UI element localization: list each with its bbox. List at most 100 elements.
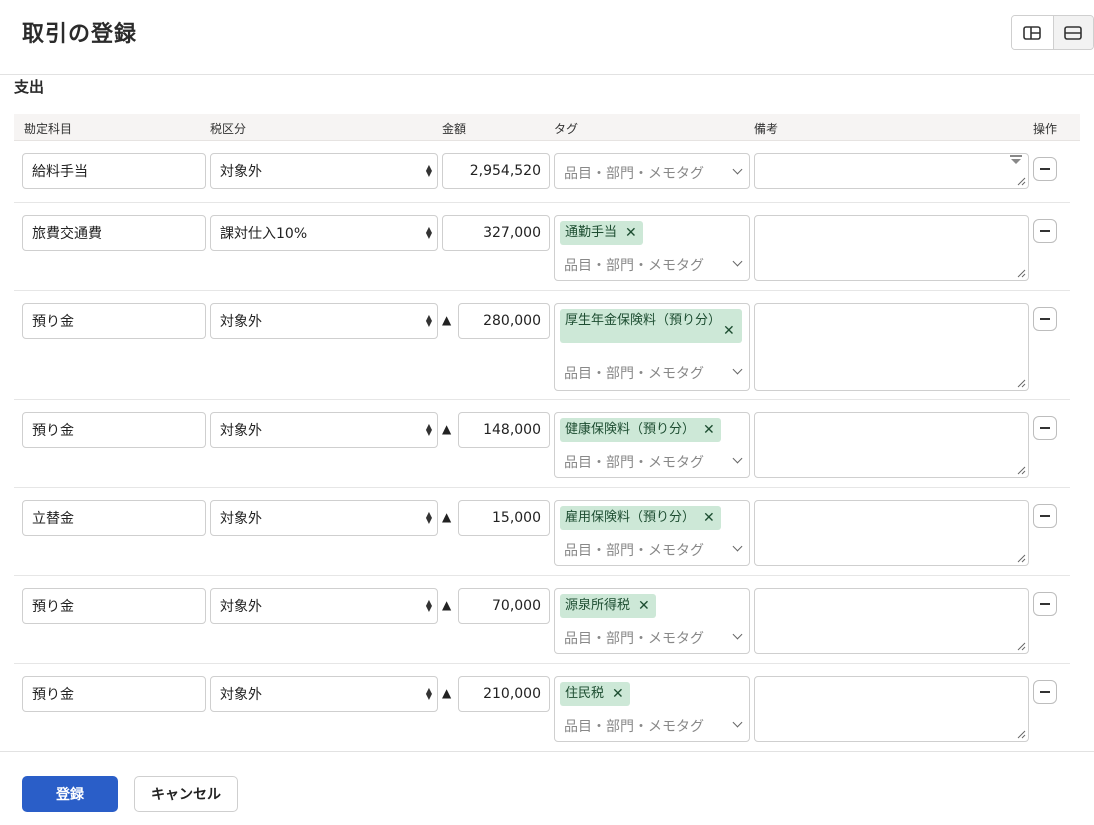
col-action: 操作 xyxy=(1033,122,1058,136)
table-row: 給料手当 対象外 ▲ ▼ 2,954,520 品目・部門・メモタグ xyxy=(14,141,1070,203)
resize-grip-icon[interactable] xyxy=(1016,553,1026,563)
memo-textarea[interactable] xyxy=(754,588,1029,654)
select-arrows-icon: ▲ ▼ xyxy=(425,422,432,437)
filter-icon xyxy=(1010,155,1022,164)
account-field[interactable]: 預り金 xyxy=(22,588,206,624)
account-field[interactable]: 預り金 xyxy=(22,676,206,712)
split-layout-icon xyxy=(1023,25,1042,40)
resize-grip-icon[interactable] xyxy=(1016,729,1026,739)
amount-field[interactable]: 210,000 xyxy=(458,676,550,712)
view-toggle xyxy=(1011,15,1094,50)
column-header: 勘定科目 税区分 金額 タグ 備考 操作 xyxy=(14,114,1080,141)
account-field[interactable]: 給料手当 xyxy=(22,153,206,189)
table-row: 旅費交通費 課対仕入10% ▲ ▼ 327,000 通勤手当 ✕ 品目・部門・メモタグ xyxy=(14,203,1070,291)
tag-placeholder: 品目・部門・メモタグ xyxy=(564,455,704,471)
memo-textarea[interactable] xyxy=(754,215,1029,281)
tag-chip: 住民税 ✕ xyxy=(560,682,630,706)
select-arrows-icon: ▲ ▼ xyxy=(425,225,432,240)
section-title: 支出 xyxy=(14,78,45,96)
account-field[interactable]: 立替金 xyxy=(22,500,206,536)
select-arrows-icon: ▲ ▼ xyxy=(425,598,432,613)
dialog-header: 取引の登録 xyxy=(0,0,1094,75)
memo-textarea[interactable] xyxy=(754,676,1029,742)
account-field[interactable]: 旅費交通費 xyxy=(22,215,206,251)
tag-placeholder: 品目・部門・メモタグ xyxy=(564,166,704,182)
tag-select[interactable]: 健康保険料（預り分） ✕ 品目・部門・メモタグ xyxy=(554,412,750,478)
remove-row-button[interactable] xyxy=(1033,416,1057,440)
col-tag: タグ xyxy=(554,122,579,136)
account-field[interactable]: 預り金 xyxy=(22,412,206,448)
tag-select[interactable]: 通勤手当 ✕ 品目・部門・メモタグ xyxy=(554,215,750,281)
remove-row-button[interactable] xyxy=(1033,680,1057,704)
tax-select[interactable]: 課対仕入10% ▲ ▼ xyxy=(210,215,438,251)
resize-grip-icon[interactable] xyxy=(1016,176,1026,186)
amount-field[interactable]: 2,954,520 xyxy=(442,153,550,189)
chevron-down-icon xyxy=(732,541,743,552)
memo-textarea[interactable] xyxy=(754,153,1029,189)
tag-select[interactable]: 厚生年金保険料（預り分） ✕ 品目・部門・メモタグ xyxy=(554,303,750,391)
amount-field[interactable]: 280,000 xyxy=(458,303,550,339)
tag-chip: 源泉所得税 ✕ xyxy=(560,594,656,618)
tag-placeholder: 品目・部門・メモタグ xyxy=(564,631,704,647)
chevron-down-icon xyxy=(732,364,743,375)
close-icon[interactable]: ✕ xyxy=(723,321,735,341)
table-row: 預り金 対象外 ▲ ▼ ▲ 280,000 厚生年金保険料（預り分） ✕ 品目・部門・… xyxy=(14,291,1070,400)
select-arrows-icon: ▲ ▼ xyxy=(425,313,432,328)
close-icon[interactable]: ✕ xyxy=(638,596,650,616)
tag-placeholder: 品目・部門・メモタグ xyxy=(564,719,704,735)
close-icon[interactable]: ✕ xyxy=(612,684,624,704)
select-arrows-icon: ▲ ▼ xyxy=(425,510,432,525)
remove-row-button[interactable] xyxy=(1033,219,1057,243)
remove-row-button[interactable] xyxy=(1033,307,1057,331)
select-arrows-icon: ▲ ▼ xyxy=(425,686,432,701)
amount-field[interactable]: 148,000 xyxy=(458,412,550,448)
tax-select[interactable]: 対象外 ▲ ▼ xyxy=(210,303,438,339)
col-memo: 備考 xyxy=(754,122,779,136)
tag-select[interactable]: 雇用保険料（預り分） ✕ 品目・部門・メモタグ xyxy=(554,500,750,566)
table-row: 預り金 対象外 ▲ ▼ ▲ 210,000 住民税 ✕ 品目・部門・メモタグ xyxy=(14,664,1070,751)
resize-grip-icon[interactable] xyxy=(1016,268,1026,278)
negative-marker: ▲ xyxy=(442,422,452,436)
tag-chip: 厚生年金保険料（預り分） ✕ xyxy=(560,309,742,343)
split-view-button[interactable] xyxy=(1012,16,1053,49)
resize-grip-icon[interactable] xyxy=(1016,465,1026,475)
dialog-footer: 登録 キャンセル xyxy=(0,751,1094,825)
negative-marker: ▲ xyxy=(442,510,452,524)
select-arrows-icon: ▲ ▼ xyxy=(425,163,432,178)
close-icon[interactable]: ✕ xyxy=(625,223,637,243)
close-icon[interactable]: ✕ xyxy=(703,420,715,440)
tax-select[interactable]: 対象外 ▲ ▼ xyxy=(210,153,438,189)
close-icon[interactable]: ✕ xyxy=(703,508,715,528)
tag-select[interactable]: 源泉所得税 ✕ 品目・部門・メモタグ xyxy=(554,588,750,654)
account-field[interactable]: 預り金 xyxy=(22,303,206,339)
chevron-down-icon xyxy=(732,629,743,640)
amount-field[interactable]: 70,000 xyxy=(458,588,550,624)
memo-textarea[interactable] xyxy=(754,412,1029,478)
tag-select[interactable]: 品目・部門・メモタグ xyxy=(554,153,750,189)
table-row: 預り金 対象外 ▲ ▼ ▲ 70,000 源泉所得税 ✕ 品目・部門・メモタグ xyxy=(14,576,1070,664)
table-row: 預り金 対象外 ▲ ▼ ▲ 148,000 健康保険料（預り分） ✕ 品目・部門・メモ… xyxy=(14,400,1070,488)
stacked-layout-icon xyxy=(1064,25,1083,40)
tag-select[interactable]: 住民税 ✕ 品目・部門・メモタグ xyxy=(554,676,750,742)
stacked-view-button[interactable] xyxy=(1052,16,1093,49)
remove-row-button[interactable] xyxy=(1033,157,1057,181)
cancel-button[interactable]: キャンセル xyxy=(134,776,238,812)
col-amount: 金額 xyxy=(442,122,467,136)
negative-marker: ▲ xyxy=(442,686,452,700)
resize-grip-icon[interactable] xyxy=(1016,378,1026,388)
tag-placeholder: 品目・部門・メモタグ xyxy=(564,366,704,382)
remove-row-button[interactable] xyxy=(1033,592,1057,616)
memo-textarea[interactable] xyxy=(754,303,1029,391)
memo-textarea[interactable] xyxy=(754,500,1029,566)
submit-button[interactable]: 登録 xyxy=(22,776,118,812)
tax-select[interactable]: 対象外 ▲ ▼ xyxy=(210,412,438,448)
remove-row-button[interactable] xyxy=(1033,504,1057,528)
resize-grip-icon[interactable] xyxy=(1016,641,1026,651)
tax-select[interactable]: 対象外 ▲ ▼ xyxy=(210,676,438,712)
table-row: 立替金 対象外 ▲ ▼ ▲ 15,000 雇用保険料（預り分） ✕ 品目・部門・メモタ… xyxy=(14,488,1070,576)
amount-field[interactable]: 327,000 xyxy=(442,215,550,251)
amount-field[interactable]: 15,000 xyxy=(458,500,550,536)
chevron-down-icon xyxy=(732,256,743,267)
tax-select[interactable]: 対象外 ▲ ▼ xyxy=(210,588,438,624)
tax-select[interactable]: 対象外 ▲ ▼ xyxy=(210,500,438,536)
